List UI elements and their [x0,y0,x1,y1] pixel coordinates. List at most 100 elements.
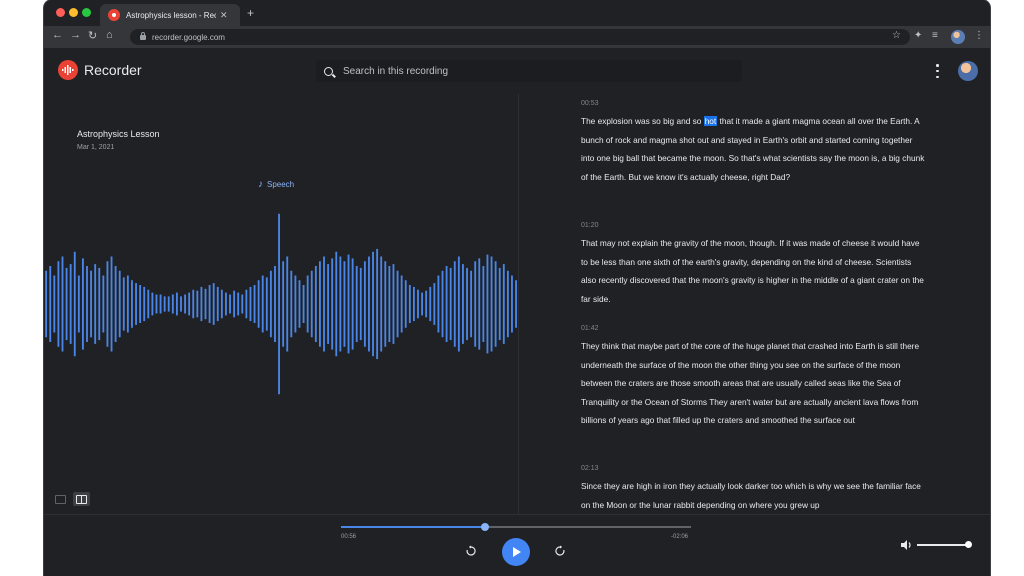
waveform-bar [351,258,354,350]
minimize-window-button[interactable] [69,8,78,17]
waveform-bar [163,296,166,312]
address-bar[interactable]: recorder.google.com [130,29,910,45]
forward-icon[interactable]: → [70,29,81,41]
waveform-bar [147,289,150,319]
waveform-bar [171,294,174,314]
volume-thumb[interactable] [965,541,972,548]
rewind-icon[interactable] [465,545,477,557]
extensions-icon[interactable]: ✦ [914,30,922,41]
waveform-bar [388,266,391,342]
media-icon[interactable]: ≡ [932,30,938,41]
waveform-bar [220,289,223,319]
browser-tab[interactable]: Astrophysics lesson - Recorder ✕ [100,4,240,26]
waveform-bar [188,292,191,316]
waveform-bar [466,267,468,341]
progress-thumb[interactable] [480,523,489,531]
waveform-bar [372,251,374,357]
search-input[interactable] [341,64,725,78]
segment-text[interactable]: That may not explain the gravity of the … [581,234,926,308]
maximize-window-button[interactable] [82,8,91,17]
waveform-bar [212,283,215,325]
avatar[interactable] [958,61,978,81]
speech-label: ♪ Speech [258,179,294,190]
split-view-button[interactable] [73,492,90,506]
waveform-bar [253,285,256,323]
waveform-bar [486,254,489,354]
waveform-bar [429,286,432,322]
waveform-bar [392,264,395,344]
recording-title: Astrophysics Lesson [77,129,160,139]
progress-track[interactable] [341,523,691,531]
fast-forward-icon[interactable] [554,545,566,557]
waveform-bar [241,294,244,314]
reload-icon[interactable]: ↻ [88,29,97,42]
segment-timestamp: 01:20 [581,222,599,229]
waveform-bar [368,256,370,352]
waveform-bar [229,294,231,314]
waveform-bar [245,289,248,319]
waveform-bar [335,251,338,357]
waveform-bar [515,280,517,328]
waveform-bar [298,280,301,328]
waveform-bar [319,261,321,347]
new-tab-button[interactable]: + [247,6,254,20]
tab-close-icon[interactable]: ✕ [220,10,228,21]
waveform-bar [114,266,117,342]
search-bar[interactable] [316,60,742,82]
waveform-bar [86,266,88,342]
waveform-bar [331,258,334,350]
volume-slider[interactable] [917,544,969,546]
single-view-icon[interactable] [55,495,66,504]
waveform-bar [204,288,207,320]
waveform-bar [310,270,313,338]
waveform-bar [122,277,125,331]
waveform-bar [294,275,297,333]
waveform-bar [511,275,513,333]
browser-menu-icon[interactable]: ⋮ [974,30,984,41]
remaining-time: -02:06 [671,534,689,540]
segment-text[interactable]: The explosion was so big and so hot that… [581,112,926,186]
profile-avatar-small[interactable] [951,30,965,44]
waveform-bar [57,261,60,347]
search-highlight: hot [703,116,718,126]
segment-text[interactable]: Since they are high in iron they actuall… [581,477,926,514]
waveform-bar [225,292,227,316]
star-icon[interactable]: ☆ [892,30,901,41]
waveform-bar [155,294,158,314]
waveform-bar [314,266,317,342]
volume-icon[interactable] [900,539,914,551]
waveform-bar [404,280,407,328]
waveform-bar [237,292,240,316]
waveform-bar [94,264,97,344]
segment-timestamp: 02:13 [581,465,599,472]
waveform-bar [474,261,477,347]
more-options-icon[interactable] [936,64,939,78]
back-icon[interactable]: ← [52,29,63,41]
transcript-panel[interactable]: 00:53 The explosion was so big and so ho… [519,94,990,514]
waveform-bar [196,290,199,318]
progress-fill [341,526,485,528]
waveform-bar [265,277,268,331]
segment-text[interactable]: They think that maybe part of the core o… [581,337,926,430]
home-icon[interactable]: ⌂ [106,29,113,41]
waveform-bar [135,283,137,325]
waveform-bar [470,270,473,338]
waveform-bar [49,266,52,342]
waveform-bar [327,264,330,344]
recorder-logo-icon [58,60,78,80]
play-button[interactable] [502,538,530,566]
waveform-bar [482,266,485,342]
waveform-bar [347,254,350,354]
segment-timestamp: 01:42 [581,325,599,332]
waveform-bar [216,286,219,322]
waveform-bar [233,290,236,318]
browser-toolbar: ← → ↻ ⌂ recorder.google.com ☆ ✦ ≡ ⋮ [44,26,990,48]
waveform-bar [433,283,436,325]
waveform-bar [453,261,456,347]
waveform-bar [343,261,346,347]
waveform-bar [249,286,252,322]
lock-icon [140,31,146,40]
segment-timestamp: 00:53 [581,100,599,107]
waveform[interactable] [44,204,518,404]
close-window-button[interactable] [56,8,65,17]
